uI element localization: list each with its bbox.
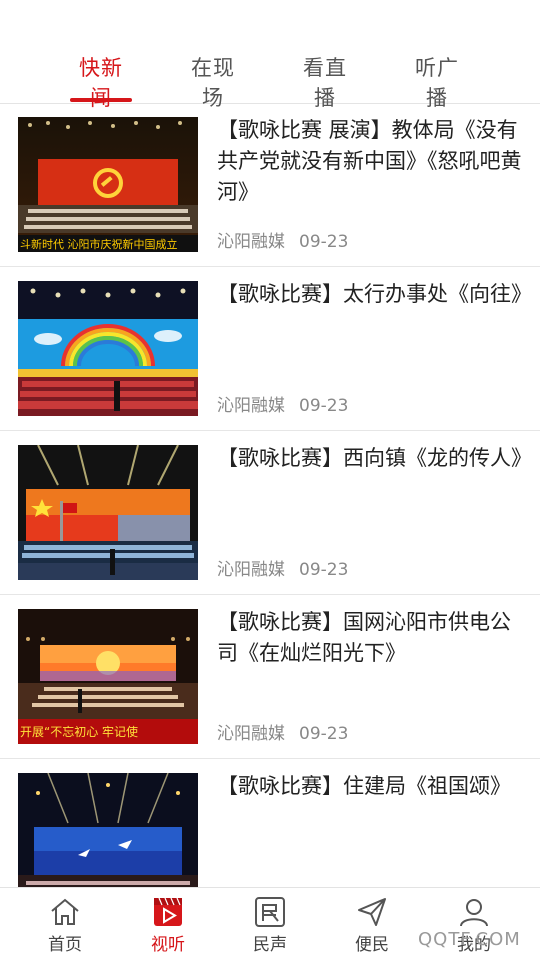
list-item[interactable]: 【歌咏比赛】太行办事处《向往》 沁阳融媒 09-23 (0, 267, 540, 431)
tab-tingguangbo[interactable]: 听广播 (406, 52, 468, 110)
nav-label: 首页 (48, 935, 82, 955)
news-source: 沁阳融媒 (217, 724, 285, 744)
min-badge-icon (255, 897, 285, 927)
nav-video[interactable]: 视听 (128, 888, 208, 961)
news-meta: 沁阳融媒 09-23 (217, 719, 348, 744)
nav-profile[interactable]: 我的 (434, 888, 514, 961)
send-icon (358, 898, 386, 926)
nav-label: 民声 (253, 935, 287, 955)
news-meta: 沁阳融媒 09-23 (217, 391, 348, 416)
news-source: 沁阳融媒 (217, 232, 285, 252)
news-title: 【歌咏比赛】国网沁阳市供电公司《在灿烂阳光下》 (217, 610, 511, 665)
nav-home[interactable]: 首页 (25, 888, 105, 961)
nav-bianmin[interactable]: 便民 (332, 888, 412, 961)
nav-minsheng[interactable]: 民声 (230, 888, 310, 961)
tab-label: 听广播 (415, 56, 459, 110)
thumb-banner-text: 开展“不忘初心 牢记使 (20, 724, 138, 739)
user-icon (460, 899, 488, 927)
watermark: QQTF.COM (418, 929, 521, 950)
news-thumbnail (18, 445, 198, 580)
news-date: 09-23 (299, 396, 349, 416)
category-tabs: 快新闻 在现场 看直播 听广播 (0, 0, 540, 110)
news-thumbnail: 斗新时代 沁阳市庆祝新中国成立 (18, 117, 198, 252)
home-icon (51, 898, 79, 925)
news-title: 【歌咏比赛】住建局《祖国颂》 (217, 774, 511, 798)
active-tab-indicator (70, 98, 132, 102)
list-item[interactable]: 【歌咏比赛】西向镇《龙的传人》 沁阳融媒 09-23 (0, 431, 540, 595)
news-meta: 沁阳融媒 09-23 (217, 227, 348, 252)
tab-zaixianchang[interactable]: 在现场 (182, 52, 244, 110)
thumb-banner-text: 斗新时代 沁阳市庆祝新中国成立 (20, 237, 178, 251)
news-source: 沁阳融媒 (217, 396, 285, 416)
news-date: 09-23 (299, 232, 349, 252)
video-play-icon (154, 897, 182, 926)
nav-label: 便民 (355, 935, 389, 955)
tab-kanzhibo[interactable]: 看直播 (294, 52, 356, 110)
news-meta: 沁阳融媒 09-23 (217, 555, 348, 580)
news-date: 09-23 (299, 560, 349, 580)
tab-label: 看直播 (303, 56, 347, 110)
list-item[interactable]: 开展“不忘初心 牢记使 【歌咏比赛】国网沁阳市供电公司《在灿烂阳光下》 沁阳融媒… (0, 595, 540, 759)
news-title: 【歌咏比赛】太行办事处《向往》 (217, 282, 532, 306)
tab-kuaixinwen[interactable]: 快新闻 (70, 52, 132, 110)
list-item[interactable]: 【歌咏比赛】住建局《祖国颂》 (0, 759, 540, 887)
list-item[interactable]: 斗新时代 沁阳市庆祝新中国成立 【歌咏比赛 展演】教体局《没有共产党就没有新中国… (0, 103, 540, 267)
news-list[interactable]: 斗新时代 沁阳市庆祝新中国成立 【歌咏比赛 展演】教体局《没有共产党就没有新中国… (0, 103, 540, 887)
nav-label: 视听 (151, 935, 185, 955)
news-title: 【歌咏比赛】西向镇《龙的传人》 (217, 446, 532, 470)
news-thumbnail: 开展“不忘初心 牢记使 (18, 609, 198, 744)
news-thumbnail (18, 773, 198, 887)
news-title: 【歌咏比赛 展演】教体局《没有共产党就没有新中国》《怒吼吧黄河》 (217, 118, 522, 204)
news-source: 沁阳融媒 (217, 560, 285, 580)
tab-label: 在现场 (191, 56, 235, 110)
news-thumbnail (18, 281, 198, 416)
news-date: 09-23 (299, 724, 349, 744)
